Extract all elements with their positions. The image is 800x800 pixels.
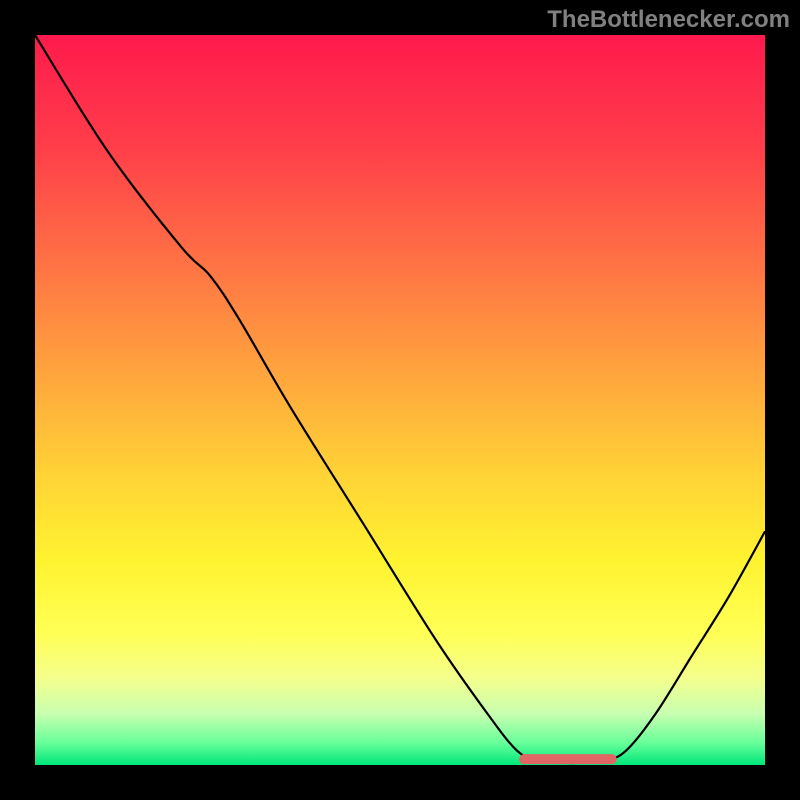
watermark-text: TheBottlenecker.com [547,6,790,34]
chart-container: TheBottlenecker.com [0,0,800,800]
chart-background [35,35,765,765]
chart-svg [35,35,765,765]
plot-area [35,35,765,765]
